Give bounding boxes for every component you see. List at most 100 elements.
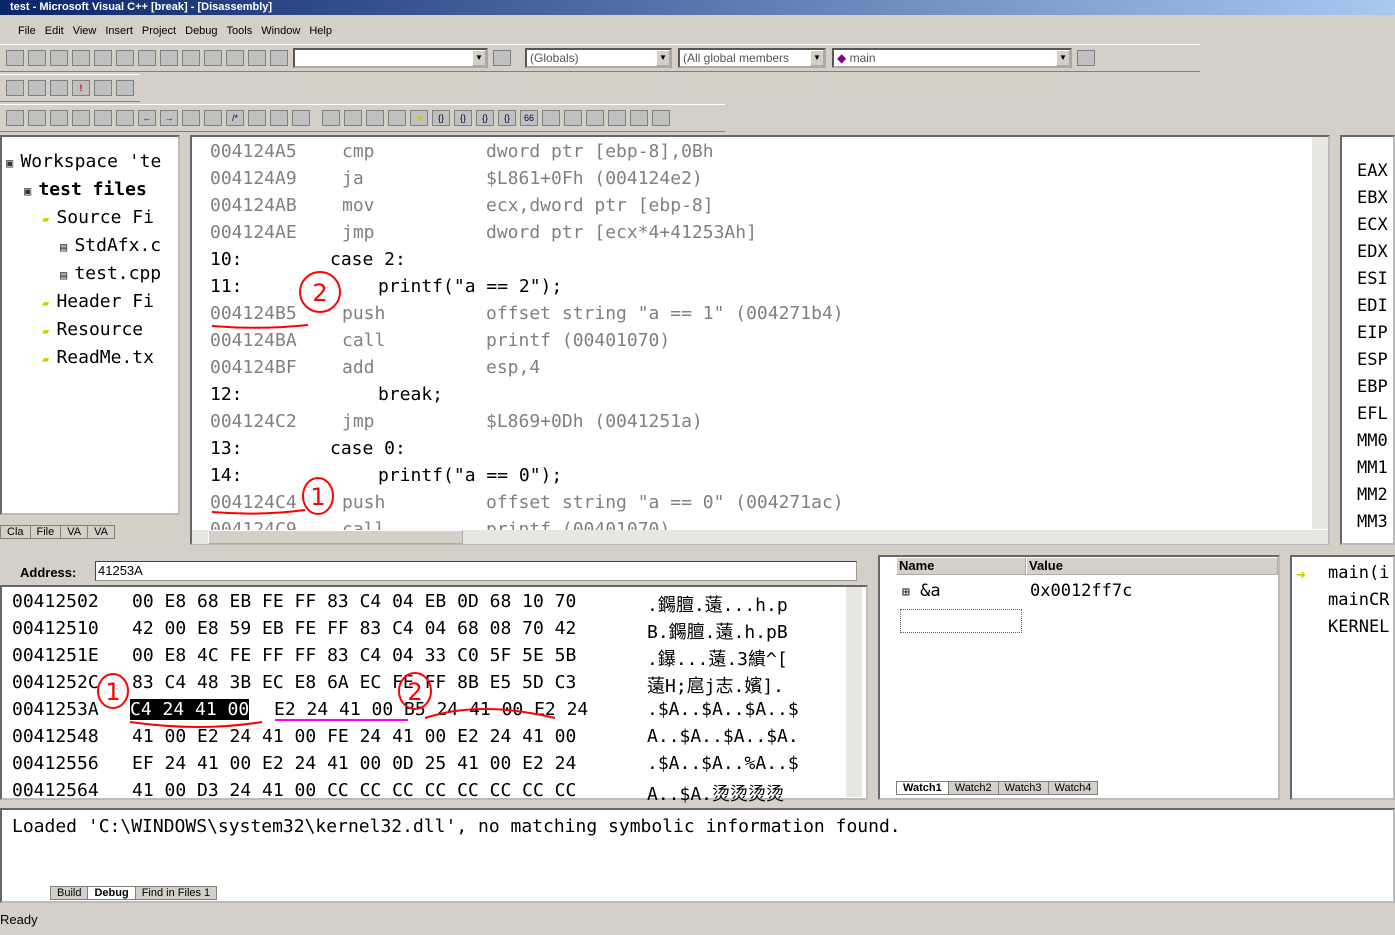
workspace-icon[interactable] <box>204 50 222 66</box>
stop-build-icon[interactable] <box>50 80 68 96</box>
tab-find-in-files[interactable]: Find in Files 1 <box>134 886 218 900</box>
apply-code-changes-icon[interactable] <box>388 110 406 126</box>
paste-icon[interactable] <box>138 50 156 66</box>
build-icon[interactable] <box>28 80 46 96</box>
expand-icon[interactable]: ⊞ <box>902 585 910 600</box>
undo-icon[interactable] <box>160 50 178 66</box>
tab-build[interactable]: Build <box>50 886 89 900</box>
memory-grid[interactable]: 00412502 00 E8 68 EB FE FF 83 C4 04 EB 0D… <box>0 585 868 805</box>
disasm-hscrollbar[interactable] <box>192 530 1328 544</box>
watch-row[interactable]: ⊞ &a <box>902 581 941 601</box>
tree-item[interactable]: ▤ StdAfx.c <box>60 235 161 256</box>
spellcheck-icon[interactable] <box>248 110 266 126</box>
forward-arrow-icon[interactable]: → <box>160 110 178 126</box>
chevron-down-icon[interactable]: ▼ <box>1056 50 1070 66</box>
menu-insert[interactable]: Insert <box>105 25 133 37</box>
menu-view[interactable]: View <box>73 25 97 37</box>
tool-icon[interactable] <box>72 110 90 126</box>
break-icon[interactable] <box>366 110 384 126</box>
column-header-name[interactable]: Name <box>896 557 1026 575</box>
memory-selection[interactable]: C4 24 41 00 <box>130 699 250 720</box>
memory-vscrollbar[interactable] <box>846 587 862 797</box>
menu-file[interactable]: File <box>18 25 36 37</box>
tool-icon[interactable] <box>292 110 310 126</box>
step-out-icon[interactable]: {} <box>476 110 494 126</box>
tab-watch4[interactable]: Watch4 <box>1047 781 1099 795</box>
disasm-vscrollbar[interactable] <box>1312 137 1328 529</box>
tab-watch1[interactable]: Watch1 <box>896 781 949 795</box>
cut-icon[interactable] <box>94 50 112 66</box>
go-icon[interactable] <box>94 80 112 96</box>
find-combo[interactable]: ▼ <box>293 48 488 68</box>
tool-icon[interactable] <box>50 110 68 126</box>
menu-window[interactable]: Window <box>261 25 300 37</box>
tab-debug[interactable]: Debug <box>87 886 136 900</box>
tool-icon[interactable] <box>182 110 200 126</box>
show-next-statement-icon[interactable]: ➜ <box>410 110 428 126</box>
restart-icon[interactable] <box>322 110 340 126</box>
column-header-value[interactable]: Value <box>1026 557 1278 575</box>
find-in-files-icon[interactable] <box>270 50 288 66</box>
redo-icon[interactable] <box>182 50 200 66</box>
menu-debug[interactable]: Debug <box>185 25 217 37</box>
redo-icon[interactable] <box>116 110 134 126</box>
tool-icon[interactable] <box>6 110 24 126</box>
memory-window-icon[interactable] <box>608 110 626 126</box>
tab-classview[interactable]: Cla <box>0 525 31 539</box>
call-stack-icon[interactable] <box>630 110 648 126</box>
disassembly-view[interactable]: 004124A5 cmp dword ptr [ebp-8],0Bh 004124A9… <box>190 135 1330 545</box>
stop-debug-icon[interactable] <box>344 110 362 126</box>
tab-va-2[interactable]: VA <box>87 525 115 539</box>
address-input[interactable]: 41253A <box>95 561 857 581</box>
save-icon[interactable] <box>50 50 68 66</box>
breakpoint-hand-icon[interactable] <box>116 80 134 96</box>
tree-item[interactable]: ▰ Source Fi <box>42 207 154 228</box>
tab-fileview[interactable]: File <box>29 525 62 539</box>
tree-item[interactable]: ▰ Resource <box>42 319 143 340</box>
tab-watch3[interactable]: Watch3 <box>997 781 1049 795</box>
wizard-icon[interactable] <box>1077 50 1095 66</box>
tab-va-1[interactable]: VA <box>60 525 89 539</box>
call-stack-frame[interactable]: mainCR <box>1328 590 1389 610</box>
menu-edit[interactable]: Edit <box>45 25 64 37</box>
registers-window-icon[interactable] <box>586 110 604 126</box>
chevron-down-icon[interactable]: ▼ <box>810 50 824 66</box>
call-stack-frame[interactable]: main(i <box>1328 563 1389 583</box>
tree-item[interactable]: ▣ test files <box>24 179 147 200</box>
tree-item[interactable]: ▤ test.cpp <box>60 263 161 284</box>
new-watch-entry[interactable] <box>900 609 1022 633</box>
chevron-down-icon[interactable]: ▼ <box>656 50 670 66</box>
chevron-down-icon[interactable]: ▼ <box>472 50 486 66</box>
tree-item[interactable]: ▰ Header Fi <box>42 291 154 312</box>
new-file-icon[interactable] <box>6 50 24 66</box>
undo-icon[interactable] <box>94 110 112 126</box>
menu-tools[interactable]: Tools <box>227 25 253 37</box>
windows-icon[interactable] <box>248 50 266 66</box>
variables-window-icon[interactable] <box>564 110 582 126</box>
quickwatch-icon[interactable]: 66 <box>520 110 538 126</box>
copy-icon[interactable] <box>116 50 134 66</box>
tree-item[interactable]: ▣ Workspace 'te <box>6 151 161 172</box>
tab-watch2[interactable]: Watch2 <box>947 781 999 795</box>
step-into-icon[interactable]: {} <box>432 110 450 126</box>
members-combo[interactable]: (All global members ▼ <box>678 48 826 68</box>
compile-icon[interactable] <box>6 80 24 96</box>
tool-icon[interactable] <box>204 110 222 126</box>
function-combo[interactable]: ◆ main ▼ <box>832 48 1072 68</box>
output-icon[interactable] <box>226 50 244 66</box>
menu-project[interactable]: Project <box>142 25 176 37</box>
disassembly-icon[interactable] <box>652 110 670 126</box>
tree-item[interactable]: ▰ ReadMe.tx <box>42 347 154 368</box>
tool-icon[interactable] <box>28 110 46 126</box>
comment-icon[interactable]: /* <box>226 110 244 126</box>
globals-combo[interactable]: (Globals) ▼ <box>525 48 672 68</box>
save-all-icon[interactable] <box>72 50 90 66</box>
run-to-cursor-icon[interactable]: {} <box>498 110 516 126</box>
binoculars-icon[interactable] <box>493 50 511 66</box>
open-icon[interactable] <box>28 50 46 66</box>
menu-help[interactable]: Help <box>309 25 332 37</box>
tool-icon[interactable] <box>270 110 288 126</box>
watch-window-icon[interactable] <box>542 110 560 126</box>
call-stack-frame[interactable]: KERNEL <box>1328 617 1389 637</box>
step-over-icon[interactable]: {} <box>454 110 472 126</box>
